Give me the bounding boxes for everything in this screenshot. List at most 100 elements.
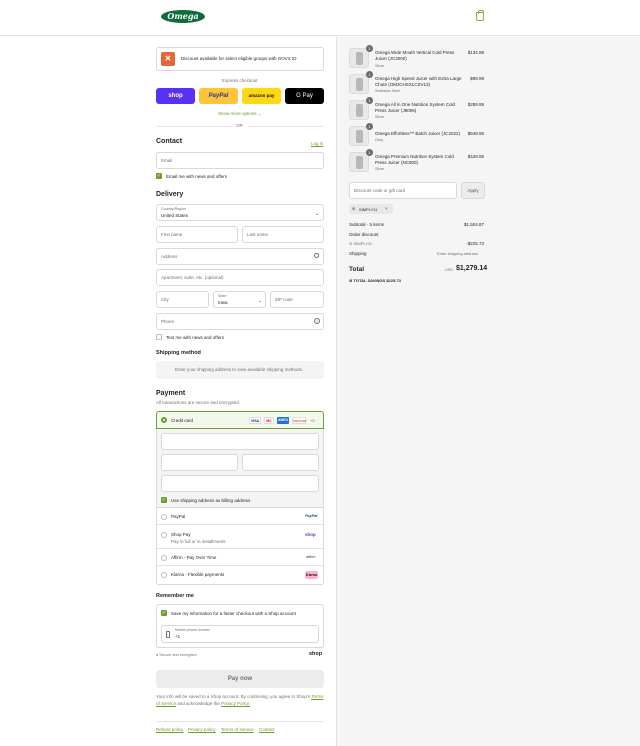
product-price: $134.99 bbox=[467, 50, 484, 55]
paypal-label: PayPal bbox=[171, 514, 186, 519]
show-more-options-link[interactable]: Show more options ⌄ bbox=[218, 111, 262, 117]
country-select[interactable]: Country/Region United States ⌄ bbox=[156, 204, 324, 221]
klarna-option[interactable]: Klarna - Flexible payments Klarna bbox=[157, 566, 323, 584]
product-variant: Silver bbox=[375, 115, 385, 119]
discount-code-placeholder: Discount code or gift card bbox=[354, 188, 406, 193]
mobile-phone-label: Mobile phone number bbox=[175, 628, 210, 632]
credit-card-option[interactable]: Credit card VISA MC AMEX DISCOVER +5 bbox=[156, 411, 324, 429]
search-icon bbox=[314, 253, 319, 258]
product-variant: Silver bbox=[375, 167, 385, 171]
paypal-button[interactable]: PayPal bbox=[199, 88, 238, 104]
shopping-bag-icon[interactable] bbox=[476, 10, 484, 21]
state-value: Iowa bbox=[218, 300, 228, 305]
footer-privacy-policy[interactable]: Privacy policy bbox=[188, 727, 216, 732]
affirm-radio[interactable] bbox=[161, 555, 167, 561]
first-name-field[interactable]: First name bbox=[156, 226, 238, 243]
mobile-phone-icon bbox=[166, 631, 170, 638]
phone-field[interactable]: Phone ? bbox=[156, 313, 324, 330]
card-details-panel: ✓ Use shipping address as billing addres… bbox=[156, 429, 324, 508]
card-number-field[interactable] bbox=[161, 433, 319, 450]
tag-icon: ⊘ bbox=[349, 278, 353, 283]
email-field[interactable]: Email bbox=[156, 152, 324, 169]
total-savings-value: $225.73 bbox=[386, 278, 401, 283]
paypal-option[interactable]: PayPal PayPal bbox=[157, 508, 323, 525]
remove-discount-icon[interactable]: × bbox=[385, 206, 388, 211]
text-news-label: Text me with news and offers bbox=[166, 335, 224, 340]
govx-banner[interactable]: ✕ Discount available for select eligible… bbox=[156, 47, 324, 71]
discount-code-name: SIMPLY11 bbox=[353, 241, 373, 246]
footer-terms-of-service[interactable]: Terms of service bbox=[221, 727, 254, 732]
shop-pay-label: Shop Pay bbox=[171, 532, 191, 537]
address-field[interactable]: Address bbox=[156, 248, 324, 265]
quantity-badge: 1 bbox=[366, 45, 373, 52]
total-savings-label: TOTAL SAVINGS bbox=[353, 278, 386, 283]
name-on-card-field[interactable] bbox=[161, 475, 319, 492]
affirm-option[interactable]: Affirm - Pay Over Time affirm bbox=[157, 549, 323, 566]
log-in-link[interactable]: Log in bbox=[311, 141, 323, 146]
mastercard-icon: MC bbox=[264, 417, 274, 424]
email-news-checkbox[interactable]: ✓ bbox=[156, 173, 162, 179]
footer-refund-policy[interactable]: Refund policy bbox=[156, 727, 183, 732]
amex-icon: AMEX bbox=[277, 417, 289, 424]
text-news-checkbox[interactable] bbox=[156, 334, 162, 340]
privacy-policy-link[interactable]: Privacy Policy. bbox=[221, 701, 250, 706]
discount-code-input[interactable]: Discount code or gift card bbox=[349, 182, 457, 199]
country-value: United States bbox=[161, 213, 189, 218]
credit-card-radio[interactable] bbox=[161, 417, 167, 423]
klarna-radio[interactable] bbox=[161, 572, 167, 578]
mobile-phone-value: +1 bbox=[175, 634, 181, 639]
shop-pay-radio[interactable] bbox=[161, 532, 167, 538]
security-code-field[interactable] bbox=[242, 454, 319, 471]
klarna-label: Klarna - Flexible payments bbox=[171, 572, 225, 577]
product-variant: Stainless Steel bbox=[375, 89, 401, 93]
pay-now-button[interactable]: Pay now bbox=[156, 670, 324, 688]
product-variant: Grey bbox=[375, 138, 384, 142]
remember-me-box: ✓ Save my information for a faster check… bbox=[156, 604, 324, 648]
visa-icon: VISA bbox=[249, 417, 261, 424]
discount-code-row: ⊘ SIMPLY11 bbox=[349, 241, 372, 246]
google-pay-button[interactable]: G Pay bbox=[285, 88, 324, 104]
shop-pay-button[interactable]: shop bbox=[156, 88, 195, 104]
zip-code-field[interactable]: ZIP code bbox=[270, 291, 324, 308]
apply-button[interactable]: Apply bbox=[461, 182, 485, 199]
shipping-method-heading: Shipping method bbox=[156, 350, 201, 356]
discount-tag-code: SIMPLY11 bbox=[359, 207, 378, 212]
affirm-label: Affirm - Pay Over Time bbox=[171, 555, 217, 560]
govx-icon: ✕ bbox=[161, 52, 175, 66]
shipping-label: Shipping bbox=[349, 251, 367, 256]
discover-icon: DISCOVER bbox=[292, 417, 307, 424]
save-info-checkbox[interactable]: ✓ bbox=[161, 610, 167, 616]
lock-icon: ● bbox=[156, 653, 159, 657]
shop-pay-sublabel: Pay in full or in installments bbox=[171, 539, 226, 544]
or-label: OR bbox=[236, 123, 243, 128]
mobile-phone-field[interactable]: Mobile phone number +1 bbox=[161, 625, 319, 643]
footer-contact[interactable]: Contact bbox=[259, 727, 275, 732]
amazon-pay-button[interactable]: amazon pay bbox=[242, 88, 281, 104]
omega-logo[interactable]: Omega bbox=[161, 10, 205, 23]
shop-pay-logo: shop bbox=[305, 532, 316, 537]
product-variant: Silver bbox=[375, 64, 385, 68]
product-thumbnail bbox=[349, 126, 369, 146]
shipping-method-info-box: Enter your shipping address to view avai… bbox=[156, 361, 324, 379]
last-name-field[interactable]: Last name bbox=[242, 226, 324, 243]
save-info-label: Save my information for a faster checkou… bbox=[171, 611, 296, 616]
apartment-placeholder: Apartment, suite, etc. (optional) bbox=[161, 275, 224, 280]
help-icon[interactable]: ? bbox=[314, 318, 320, 324]
last-name-placeholder: Last name bbox=[247, 232, 269, 237]
chevron-down-icon: ⌄ bbox=[258, 298, 263, 304]
apartment-field[interactable]: Apartment, suite, etc. (optional) bbox=[156, 269, 324, 286]
paypal-radio[interactable] bbox=[161, 514, 167, 520]
state-select[interactable]: State Iowa ⌄ bbox=[213, 291, 266, 308]
or-divider-left bbox=[156, 126, 232, 127]
expiration-date-field[interactable] bbox=[161, 454, 238, 471]
shop-pay-option[interactable]: Shop Pay Pay in full or in installments … bbox=[157, 525, 323, 549]
discount-tag: ⊘ SIMPLY11 × bbox=[349, 204, 393, 214]
legal-text-and: and acknowledge the bbox=[177, 701, 220, 706]
product-thumbnail bbox=[349, 48, 369, 68]
zip-code-placeholder: ZIP code bbox=[275, 297, 293, 302]
remember-me-heading: Remember me bbox=[156, 593, 194, 599]
shipping-value: Enter shipping address bbox=[437, 251, 478, 256]
billing-address-checkbox[interactable]: ✓ bbox=[161, 497, 167, 503]
quantity-badge: 1 bbox=[366, 123, 373, 130]
city-field[interactable]: City bbox=[156, 291, 209, 308]
